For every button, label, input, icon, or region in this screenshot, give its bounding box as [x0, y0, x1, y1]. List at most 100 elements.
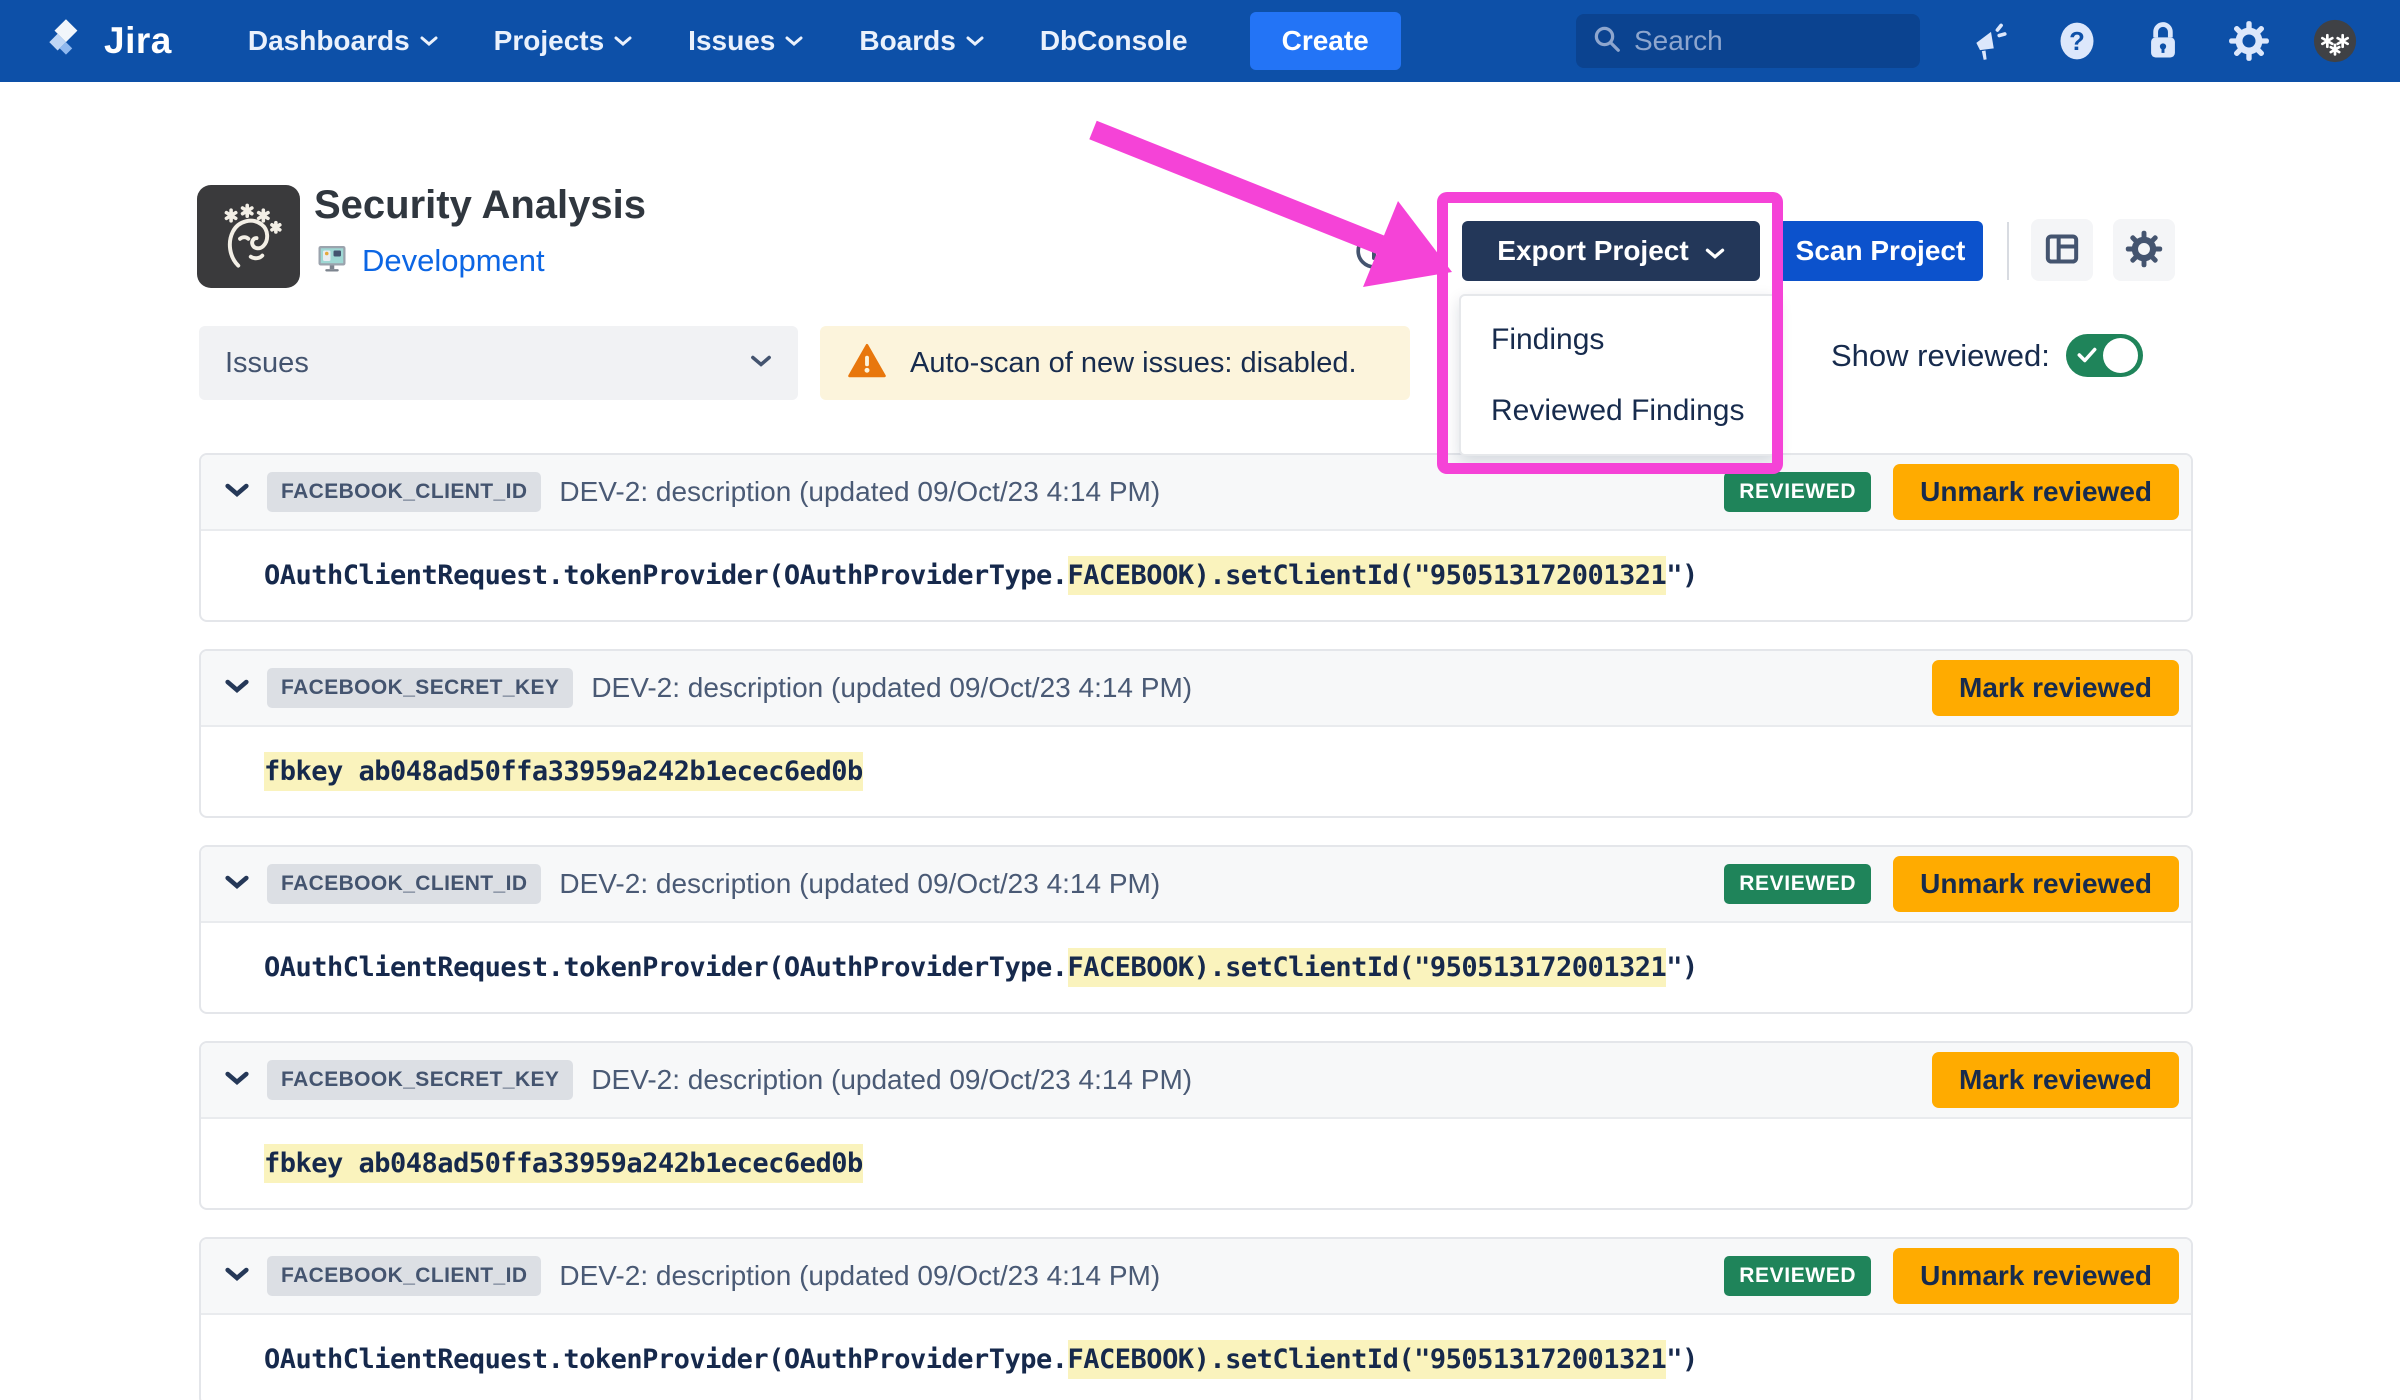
- toggle-reviewed-button[interactable]: Unmark reviewed: [1893, 856, 2179, 912]
- secret-highlight: fbkey ab048ad50ffa33959a242b1ecec6ed0b: [264, 1144, 863, 1183]
- info-icon[interactable]: [1354, 231, 1394, 271]
- autoscan-warning-banner: Auto-scan of new issues: disabled.: [820, 326, 1410, 400]
- toggle-reviewed-button[interactable]: Mark reviewed: [1932, 1052, 2179, 1108]
- finding-code-row: OAuthClientRequest.tokenProvider(OAuthPr…: [201, 923, 2191, 1012]
- finding-title: DEV-2: description (updated 09/Oct/23 4:…: [559, 476, 1160, 508]
- finding-card: FACEBOOK_SECRET_KEY DEV-2: description (…: [199, 649, 2193, 818]
- toggle-reviewed-button[interactable]: Unmark reviewed: [1893, 464, 2179, 520]
- reviewed-badge: REVIEWED: [1724, 472, 1871, 512]
- jira-logo-text: Jira: [104, 20, 172, 62]
- menu-dashboards[interactable]: Dashboards: [248, 25, 438, 57]
- finding-header[interactable]: FACEBOOK_CLIENT_ID DEV-2: description (u…: [201, 847, 2191, 923]
- chevron-down-icon: [750, 354, 772, 373]
- secret-highlight: fbkey ab048ad50ffa33959a242b1ecec6ed0b: [264, 752, 863, 791]
- finding-code-row: OAuthClientRequest.tokenProvider(OAuthPr…: [201, 1315, 2191, 1400]
- finding-header[interactable]: FACEBOOK_SECRET_KEY DEV-2: description (…: [201, 1043, 2191, 1119]
- reviewed-badge: REVIEWED: [1724, 864, 1871, 904]
- menu-projects[interactable]: Projects: [494, 25, 633, 57]
- megaphone-icon[interactable]: [1968, 18, 2014, 64]
- toggle-reviewed-button[interactable]: Unmark reviewed: [1893, 1248, 2179, 1304]
- menu-issues[interactable]: Issues: [688, 25, 803, 57]
- navbar-icons: ?: [1968, 18, 2358, 64]
- project-link[interactable]: Development: [362, 243, 545, 279]
- finding-title: DEV-2: description (updated 09/Oct/23 4:…: [559, 868, 1160, 900]
- lock-icon[interactable]: [2140, 18, 2186, 64]
- finding-type-badge: FACEBOOK_CLIENT_ID: [267, 864, 541, 904]
- scan-project-button[interactable]: Scan Project: [1778, 221, 1983, 281]
- warning-text: Auto-scan of new issues: disabled.: [910, 347, 1357, 380]
- svg-text:?: ?: [2069, 28, 2085, 56]
- show-reviewed-control: Show reviewed:: [1831, 334, 2143, 377]
- toggle-knob: [2103, 338, 2138, 373]
- finding-code: OAuthClientRequest.tokenProvider(OAuthPr…: [264, 952, 1698, 983]
- chevron-down-icon[interactable]: [225, 482, 249, 503]
- finding-card: FACEBOOK_CLIENT_ID DEV-2: description (u…: [199, 453, 2193, 622]
- chevron-down-icon[interactable]: [225, 1266, 249, 1287]
- divider: [2007, 222, 2009, 280]
- reviewed-badge: REVIEWED: [1724, 1256, 1871, 1296]
- secret-highlight: FACEBOOK).setClientId("950513172001321: [1068, 556, 1667, 595]
- toggle-check-icon: [2076, 345, 2098, 370]
- menu-boards[interactable]: Boards: [859, 25, 983, 57]
- finding-header[interactable]: FACEBOOK_SECRET_KEY DEV-2: description (…: [201, 651, 2191, 727]
- create-button[interactable]: Create: [1250, 12, 1401, 70]
- finding-code-row: fbkey ab048ad50ffa33959a242b1ecec6ed0b: [201, 727, 2191, 816]
- export-project-button[interactable]: Export Project: [1462, 221, 1760, 281]
- project-subtitle: Development: [314, 240, 545, 281]
- navbar-search[interactable]: [1576, 14, 1920, 68]
- finding-code: OAuthClientRequest.tokenProvider(OAuthPr…: [264, 560, 1698, 591]
- menu-dbconsole[interactable]: DbConsole: [1040, 25, 1188, 57]
- finding-card: FACEBOOK_SECRET_KEY DEV-2: description (…: [199, 1041, 2193, 1210]
- finding-card: FACEBOOK_CLIENT_ID DEV-2: description (u…: [199, 845, 2193, 1014]
- warning-icon: [846, 340, 888, 387]
- finding-title: DEV-2: description (updated 09/Oct/23 4:…: [591, 1064, 1192, 1096]
- finding-card: FACEBOOK_CLIENT_ID DEV-2: description (u…: [199, 1237, 2193, 1400]
- chevron-down-icon[interactable]: [225, 1070, 249, 1091]
- panel-layout-icon: [2042, 229, 2082, 272]
- show-reviewed-toggle[interactable]: [2066, 334, 2143, 377]
- dropdown-item-findings[interactable]: Findings: [1461, 305, 1775, 375]
- secret-highlight: FACEBOOK).setClientId("950513172001321: [1068, 1340, 1667, 1379]
- issues-filter-label: Issues: [225, 347, 309, 380]
- user-avatar[interactable]: [2312, 18, 2358, 64]
- toggle-reviewed-button[interactable]: Mark reviewed: [1932, 660, 2179, 716]
- issues-filter-select[interactable]: Issues: [199, 326, 798, 400]
- finding-type-badge: FACEBOOK_CLIENT_ID: [267, 1256, 541, 1296]
- help-icon[interactable]: ?: [2054, 18, 2100, 64]
- secret-highlight: FACEBOOK).setClientId("950513172001321: [1068, 948, 1667, 987]
- page: Jira Dashboards Projects Issues Boards D…: [0, 0, 2400, 1400]
- chevron-down-icon: [966, 35, 984, 47]
- chevron-down-icon[interactable]: [225, 874, 249, 895]
- project-settings-button[interactable]: [2113, 219, 2175, 281]
- project-category-icon: [314, 240, 350, 281]
- gear-icon: [2123, 228, 2165, 273]
- chevron-down-icon: [1705, 235, 1725, 267]
- page-title: Security Analysis: [314, 183, 646, 228]
- finding-code-row: fbkey ab048ad50ffa33959a242b1ecec6ed0b: [201, 1119, 2191, 1208]
- chevron-down-icon: [420, 35, 438, 47]
- main-menu: Dashboards Projects Issues Boards DbCons…: [248, 25, 1188, 57]
- finding-header[interactable]: FACEBOOK_CLIENT_ID DEV-2: description (u…: [201, 455, 2191, 531]
- show-reviewed-label: Show reviewed:: [1831, 338, 2050, 374]
- finding-type-badge: FACEBOOK_SECRET_KEY: [267, 1060, 573, 1100]
- divider: [1440, 218, 1442, 282]
- search-input[interactable]: [1634, 25, 1874, 57]
- project-avatar: [197, 185, 300, 288]
- finding-title: DEV-2: description (updated 09/Oct/23 4:…: [591, 672, 1192, 704]
- finding-code-row: OAuthClientRequest.tokenProvider(OAuthPr…: [201, 531, 2191, 620]
- layout-panel-button[interactable]: [2031, 219, 2093, 281]
- jira-logo[interactable]: Jira: [42, 14, 172, 69]
- finding-type-badge: FACEBOOK_SECRET_KEY: [267, 668, 573, 708]
- finding-type-badge: FACEBOOK_CLIENT_ID: [267, 472, 541, 512]
- export-dropdown-menu: Findings Reviewed Findings: [1459, 294, 1777, 456]
- finding-header[interactable]: FACEBOOK_CLIENT_ID DEV-2: description (u…: [201, 1239, 2191, 1315]
- finding-code: fbkey ab048ad50ffa33959a242b1ecec6ed0b: [264, 1148, 863, 1179]
- chevron-down-icon[interactable]: [225, 678, 249, 699]
- findings-list: FACEBOOK_CLIENT_ID DEV-2: description (u…: [199, 453, 2193, 1400]
- dropdown-item-reviewed-findings[interactable]: Reviewed Findings: [1461, 376, 1775, 446]
- finding-code: fbkey ab048ad50ffa33959a242b1ecec6ed0b: [264, 756, 863, 787]
- gear-icon[interactable]: [2226, 18, 2272, 64]
- finding-title: DEV-2: description (updated 09/Oct/23 4:…: [559, 1260, 1160, 1292]
- top-navbar: Jira Dashboards Projects Issues Boards D…: [0, 0, 2400, 82]
- finding-code: OAuthClientRequest.tokenProvider(OAuthPr…: [264, 1344, 1698, 1375]
